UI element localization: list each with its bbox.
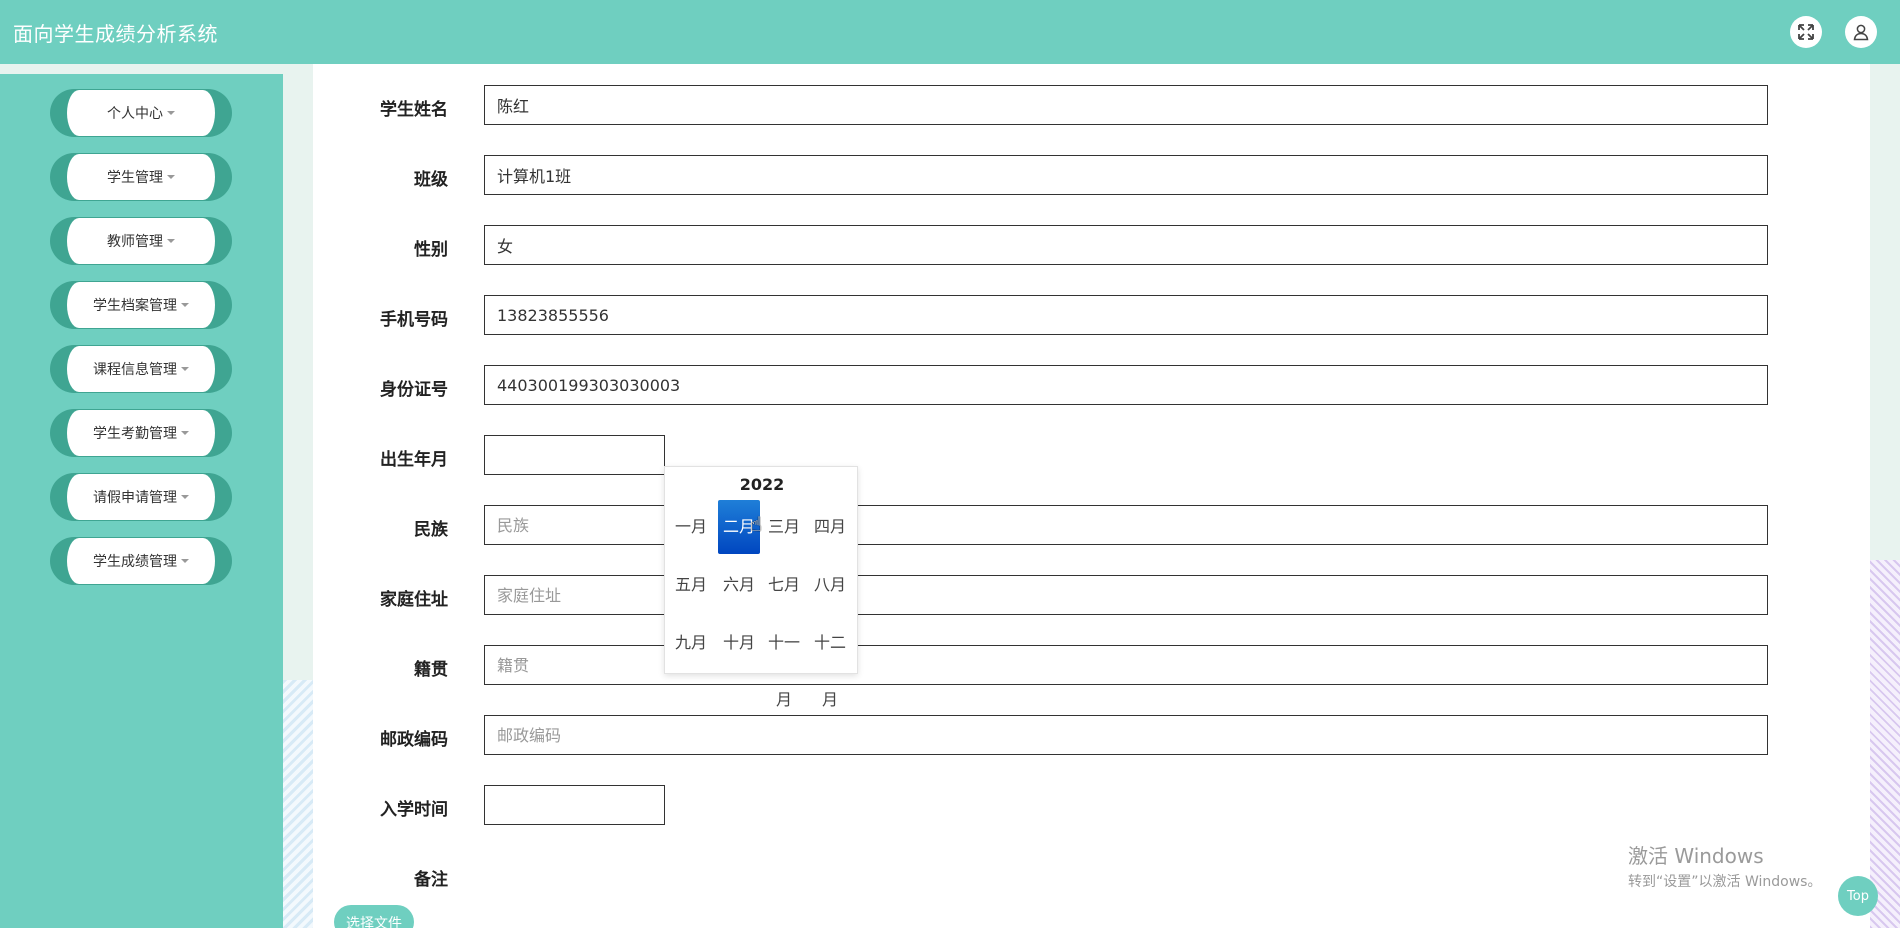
enroll-date-input[interactable] <box>484 785 665 825</box>
form-row-gender: 性别 <box>313 225 1870 265</box>
hand-cursor-icon: ☝ <box>750 512 763 536</box>
id-number-input[interactable] <box>484 365 1768 405</box>
sidebar-item-label: 课程信息管理 <box>93 362 177 378</box>
gender-label: 性别 <box>414 240 448 260</box>
form-row-phone: 手机号码 <box>313 295 1870 335</box>
watermark-title: 激活 Windows <box>1628 844 1764 868</box>
fullscreen-glyph <box>1798 24 1814 40</box>
sidebar-item-pill: 课程信息管理 <box>67 346 215 392</box>
sidebar-item-label: 学生成绩管理 <box>93 554 177 570</box>
month-cell-may[interactable]: 五月 <box>670 558 712 612</box>
name-input[interactable] <box>484 85 1768 125</box>
user-icon[interactable] <box>1845 16 1877 48</box>
sidebar-item-pill: 学生档案管理 <box>67 282 215 328</box>
decorative-pattern-left <box>283 680 313 928</box>
user-glyph <box>1853 24 1869 41</box>
form-row-name: 学生姓名 <box>313 85 1870 125</box>
sidebar-item-label: 请假申请管理 <box>93 490 177 506</box>
app-title: 面向学生成绩分析系统 <box>13 21 218 46</box>
caret-down-icon <box>167 111 175 115</box>
gender-input[interactable] <box>484 225 1768 265</box>
month-cell-jun[interactable]: 六月 <box>718 558 760 612</box>
sidebar-item-personal-center[interactable]: 个人中心 <box>50 89 232 137</box>
sidebar-item-pill: 请假申请管理 <box>67 474 215 520</box>
month-cell-nov[interactable]: 十一 <box>763 616 805 670</box>
month-cell-aug[interactable]: 八月 <box>809 558 851 612</box>
month-picker-popup: 2022 一月 二月 三月 四月 五月 六月 七月 八月 九月 十月 十一 十二 <box>664 466 858 674</box>
birth-month-input[interactable] <box>484 435 665 475</box>
sidebar-item-pill: 学生管理 <box>67 154 215 200</box>
postcode-input[interactable] <box>484 715 1768 755</box>
month-picker-year[interactable]: 2022 <box>665 475 859 494</box>
form-row-postcode: 邮政编码 <box>313 715 1870 755</box>
caret-down-icon <box>181 431 189 435</box>
sidebar-item-label: 学生档案管理 <box>93 298 177 314</box>
birth-label: 出生年月 <box>380 450 448 470</box>
sidebar-item-attendance[interactable]: 学生考勤管理 <box>50 409 232 457</box>
sidebar-item-student-records[interactable]: 学生档案管理 <box>50 281 232 329</box>
sidebar-item-teacher-management[interactable]: 教师管理 <box>50 217 232 265</box>
top-bar: 面向学生成绩分析系统 <box>0 0 1900 64</box>
postcode-label: 邮政编码 <box>380 730 448 750</box>
caret-down-icon <box>181 495 189 499</box>
sidebar-item-pill: 学生考勤管理 <box>67 410 215 456</box>
month-cell-oct[interactable]: 十月 <box>718 616 760 670</box>
month-cell-dec-overflow: 月 <box>822 690 839 709</box>
remark-label: 备注 <box>414 870 448 890</box>
hometown-label: 籍贯 <box>414 660 448 680</box>
caret-down-icon <box>181 303 189 307</box>
form-row-ethnicity: 民族 <box>313 505 1870 545</box>
month-cell-jan[interactable]: 一月 <box>670 500 712 554</box>
month-cell-dec[interactable]: 十二 <box>809 616 851 670</box>
class-input[interactable] <box>484 155 1768 195</box>
decorative-pattern-right <box>1870 560 1900 928</box>
sidebar-item-label: 学生管理 <box>107 170 163 186</box>
caret-down-icon <box>181 559 189 563</box>
ethnicity-label: 民族 <box>414 520 448 540</box>
sidebar-item-label: 教师管理 <box>107 234 163 250</box>
name-label: 学生姓名 <box>380 100 448 120</box>
address-label: 家庭住址 <box>380 590 448 610</box>
choose-file-button[interactable]: 选择文件 <box>334 905 414 928</box>
month-cell-jul[interactable]: 七月 <box>763 558 805 612</box>
sidebar-item-pill: 学生成绩管理 <box>67 538 215 584</box>
sidebar-item-grades[interactable]: 学生成绩管理 <box>50 537 232 585</box>
enroll-label: 入学时间 <box>380 800 448 820</box>
sidebar-item-student-management[interactable]: 学生管理 <box>50 153 232 201</box>
caret-down-icon <box>167 239 175 243</box>
month-cell-sep[interactable]: 九月 <box>670 616 712 670</box>
form-row-hometown: 籍贯 <box>313 645 1870 685</box>
main-content: 学生姓名 班级 性别 手机号码 身份证号 出生年月 民族 家庭住址 籍贯 邮政编… <box>313 64 1870 928</box>
phone-label: 手机号码 <box>380 310 448 330</box>
sidebar: 个人中心 学生管理 教师管理 学生档案管理 课程信息管理 学生考勤管理 请假申请… <box>0 74 283 928</box>
sidebar-item-label: 学生考勤管理 <box>93 426 177 442</box>
watermark-subtitle: 转到“设置”以激活 Windows。 <box>1628 874 1822 890</box>
month-cell-nov-overflow: 月 <box>776 690 793 709</box>
sidebar-item-label: 个人中心 <box>107 106 163 122</box>
month-cell-apr[interactable]: 四月 <box>809 500 851 554</box>
sidebar-item-pill: 个人中心 <box>67 90 215 136</box>
month-cell-mar[interactable]: 三月 <box>763 500 805 554</box>
sidebar-item-pill: 教师管理 <box>67 218 215 264</box>
fullscreen-icon[interactable] <box>1790 16 1822 48</box>
back-to-top-button[interactable]: Top <box>1838 876 1878 916</box>
form-row-address: 家庭住址 <box>313 575 1870 615</box>
sidebar-item-leave-requests[interactable]: 请假申请管理 <box>50 473 232 521</box>
form-row-id-number: 身份证号 <box>313 365 1870 405</box>
form-row-class: 班级 <box>313 155 1870 195</box>
id-number-label: 身份证号 <box>380 380 448 400</box>
form-row-birth: 出生年月 <box>313 435 1870 475</box>
form-row-enroll: 入学时间 <box>313 785 1870 825</box>
caret-down-icon <box>181 367 189 371</box>
sidebar-item-course-info[interactable]: 课程信息管理 <box>50 345 232 393</box>
windows-activation-watermark: 激活 Windows 转到“设置”以激活 Windows。 <box>1628 840 1821 891</box>
class-label: 班级 <box>414 170 448 190</box>
phone-input[interactable] <box>484 295 1768 335</box>
caret-down-icon <box>167 175 175 179</box>
